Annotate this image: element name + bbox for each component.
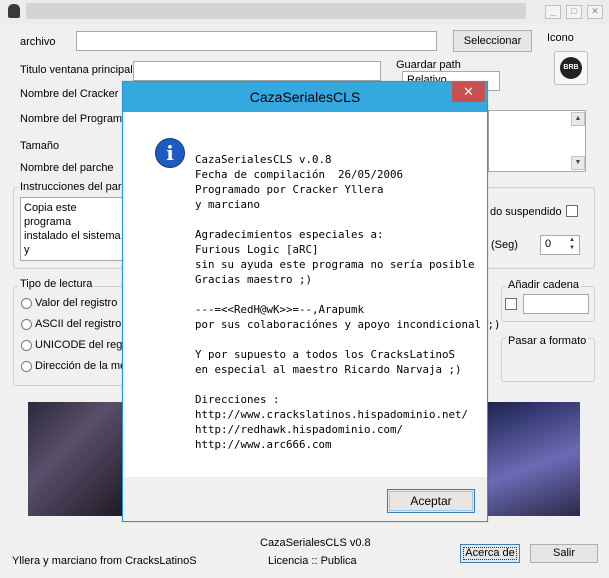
dialog-message-line: [195, 212, 501, 227]
dialog-message-line: por sus colaboraciónes y apoyo incondici…: [195, 318, 501, 331]
dialog-message-line: Direcciones :: [195, 393, 280, 406]
aceptar-button[interactable]: Aceptar: [387, 489, 475, 513]
tipo-lectura-label: Tipo de lectura: [18, 278, 95, 290]
dialog-message-line: en especial al maestro Ricardo Narvaja ;…: [195, 363, 462, 376]
dialog-message-line: Programado por Cracker Yllera: [195, 183, 384, 196]
licencia-text: Licencia :: Publica: [268, 555, 357, 567]
programa-label: Nombre del Programa: [20, 113, 129, 125]
dialog-message-line: http://redhawk.hispadominio.com/: [195, 423, 404, 436]
instrucciones-line-2: instalado el sistema y: [24, 230, 121, 256]
suspendido-label: do suspendido: [490, 206, 562, 218]
character-artwork-right: [488, 402, 580, 516]
parche-label: Nombre del parche: [20, 162, 114, 174]
radio-ascii[interactable]: [21, 319, 32, 330]
dialog-message-line: [195, 377, 501, 392]
anadir-cadena-checkbox[interactable]: [505, 298, 517, 310]
dialog-message-line: http://www.crackslatinos.hispadominio.ne…: [195, 408, 469, 421]
radio-valor[interactable]: [21, 298, 32, 309]
dialog-message-line: Agradecimientos especiales a:: [195, 228, 384, 241]
about-dialog: CazaSerialesCLS ✕ i CazaSerialesCLS v.0.…: [122, 81, 501, 522]
dialog-message-line: Fecha de compilación 26/05/2006: [195, 168, 404, 181]
seg-value: 0: [545, 238, 552, 250]
radio-ascii-label: ASCII del registro: [35, 318, 122, 330]
minimize-button[interactable]: _: [545, 5, 561, 19]
icon-preview[interactable]: BRB: [554, 51, 588, 85]
radio-direccion[interactable]: [21, 361, 32, 372]
pasar-formato-label: Pasar a formato: [506, 335, 589, 347]
cracker-label: Nombre del Cracker: [20, 88, 119, 100]
anadir-cadena-label: Añadir cadena: [506, 279, 581, 291]
dialog-titlebar: CazaSerialesCLS ✕: [123, 82, 487, 112]
scroll-up-icon[interactable]: ▲: [571, 112, 585, 126]
character-artwork-left: [28, 402, 124, 516]
salir-button[interactable]: Salir: [530, 544, 598, 563]
titulo-label: Titulo ventana principal: [20, 64, 133, 76]
close-button[interactable]: ✕: [587, 5, 603, 19]
radio-direccion-label: Dirección de la me: [35, 360, 127, 372]
anadir-cadena-input[interactable]: [523, 294, 589, 314]
scroll-down-icon[interactable]: ▼: [571, 156, 585, 170]
acerca-de-button[interactable]: Acerca de: [460, 544, 520, 563]
titulo-input[interactable]: [133, 61, 381, 81]
radio-unicode[interactable]: [21, 340, 32, 351]
maximize-button[interactable]: □: [566, 5, 582, 19]
dialog-message-line: [195, 332, 501, 347]
dialog-message-line: CazaSerialesCLS v.0.8: [195, 153, 332, 166]
credits-text: Yllera y marciano from CracksLatinoS: [12, 555, 197, 567]
tamano-label: Tamaño: [20, 140, 60, 152]
window-title: [26, 3, 526, 19]
dialog-message-line: Gracias maestro ;): [195, 273, 313, 286]
dialog-message-line: y marciano: [195, 198, 261, 211]
dialog-message-line: Y por supuesto a todos los CracksLatinoS: [195, 348, 456, 361]
icono-label: Icono: [547, 32, 574, 44]
version-text: CazaSerialesCLS v0.8: [260, 537, 371, 549]
dialog-message: CazaSerialesCLS v.0.8 Fecha de compilació…: [195, 152, 501, 452]
dialog-title: CazaSerialesCLS: [249, 89, 361, 105]
guardar-path-label: Guardar path: [396, 59, 461, 71]
app-icon[interactable]: [8, 4, 20, 18]
seleccionar-button[interactable]: Seleccionar: [453, 30, 532, 52]
dialog-message-line: Furious Logic [aRC]: [195, 243, 319, 256]
info-icon: i: [155, 138, 185, 168]
dialog-message-line: sin su ayuda este programa no sería posi…: [195, 258, 475, 271]
radio-unicode-label: UNICODE del regis: [35, 339, 131, 351]
archivo-input[interactable]: [76, 31, 437, 51]
suspendido-checkbox[interactable]: [566, 205, 578, 217]
radio-valor-label: Valor del registro: [35, 297, 118, 309]
instrucciones-line-1: Copia este programa: [24, 202, 77, 228]
spinner-arrows-icon[interactable]: ▲ ▼: [566, 236, 578, 253]
instrucciones-textarea[interactable]: Copia este programa instalado el sistema…: [20, 197, 130, 261]
dialog-message-line: [195, 287, 501, 302]
dialog-close-button[interactable]: ✕: [452, 82, 485, 102]
instrucciones-label: Instrucciones del parc: [18, 181, 129, 193]
brb-icon: BRB: [560, 57, 582, 79]
dialog-message-line: http://www.arc666.com: [195, 438, 332, 451]
dialog-message-line: ---=<<RedH@wK>>=--,Arapumk: [195, 303, 365, 316]
window-titlebar: _ □ ✕: [0, 0, 609, 25]
archivo-label: archivo: [20, 36, 56, 48]
